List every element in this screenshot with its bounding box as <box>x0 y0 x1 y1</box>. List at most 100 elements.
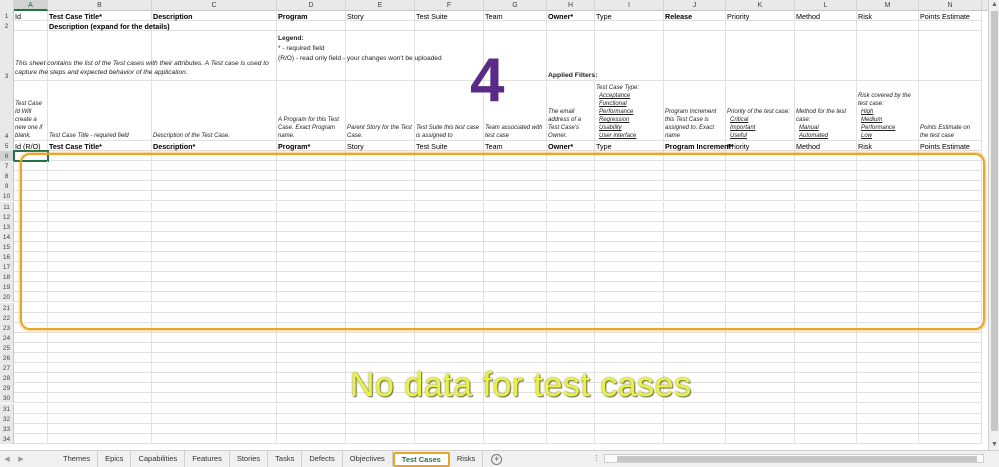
cell[interactable] <box>14 363 48 374</box>
cell[interactable] <box>346 21 415 31</box>
cell[interactable] <box>595 403 664 414</box>
header-cell-l[interactable]: Method <box>795 11 857 21</box>
split-handle-icon[interactable]: ⋮ <box>593 454 600 462</box>
header-cell-j[interactable]: Release <box>664 11 726 21</box>
cell[interactable] <box>547 342 595 353</box>
cell[interactable] <box>857 413 919 424</box>
cell[interactable] <box>726 342 795 353</box>
cell[interactable] <box>919 31 982 81</box>
cell[interactable] <box>277 373 346 384</box>
header-cell-d[interactable]: Program <box>277 11 346 21</box>
row-header[interactable]: 20 <box>0 292 14 303</box>
cell[interactable] <box>795 423 857 434</box>
row-header[interactable]: 29 <box>0 383 14 394</box>
cell[interactable] <box>547 413 595 424</box>
row-header[interactable]: 26 <box>0 353 14 364</box>
cell[interactable] <box>795 393 857 404</box>
cell[interactable] <box>595 353 664 364</box>
cell[interactable] <box>664 403 726 414</box>
column-header-c[interactable]: C <box>152 0 277 11</box>
cell[interactable] <box>277 332 346 343</box>
cell[interactable] <box>919 373 982 384</box>
cell[interactable] <box>857 363 919 374</box>
cell[interactable]: The email address of a Test Case's Owner… <box>547 81 595 141</box>
cell[interactable] <box>48 433 152 444</box>
field-header-k[interactable]: Priority <box>726 141 795 151</box>
row-header[interactable]: 4 <box>0 81 14 141</box>
row-header[interactable]: 10 <box>0 191 14 202</box>
field-header-g[interactable]: Team <box>484 141 547 151</box>
cell[interactable] <box>664 31 726 81</box>
cell[interactable] <box>415 413 484 424</box>
cell[interactable] <box>795 403 857 414</box>
cell[interactable] <box>664 342 726 353</box>
cell[interactable] <box>919 363 982 374</box>
cell[interactable] <box>664 423 726 434</box>
header-cell-b[interactable]: Test Case Title* <box>48 11 152 21</box>
cell[interactable]: Parent Story for the Test Case. <box>346 81 415 141</box>
cell[interactable] <box>415 433 484 444</box>
row-header[interactable]: 7 <box>0 161 14 172</box>
cell[interactable] <box>664 413 726 424</box>
cell[interactable] <box>14 403 48 414</box>
cell[interactable] <box>484 342 547 353</box>
cell[interactable] <box>346 342 415 353</box>
cell[interactable] <box>277 433 346 444</box>
cell[interactable] <box>14 423 48 434</box>
tab-epics[interactable]: Epics <box>98 451 132 467</box>
tab-risks[interactable]: Risks <box>450 451 484 467</box>
row-header[interactable]: 16 <box>0 252 14 263</box>
row-header[interactable]: 21 <box>0 302 14 313</box>
cell[interactable] <box>547 423 595 434</box>
cell[interactable] <box>14 342 48 353</box>
cell[interactable] <box>14 433 48 444</box>
cell[interactable] <box>484 403 547 414</box>
row-header[interactable]: 14 <box>0 231 14 242</box>
cell[interactable] <box>277 363 346 374</box>
row-header[interactable]: 31 <box>0 403 14 414</box>
description-toggle[interactable]: Description (expand for the details) <box>48 21 170 31</box>
cell[interactable] <box>152 373 277 384</box>
column-header-b[interactable]: B <box>48 0 152 11</box>
cell[interactable] <box>664 21 726 31</box>
cell[interactable] <box>857 353 919 364</box>
cell[interactable]: This sheet contains the list of the Test… <box>14 31 269 81</box>
cell[interactable] <box>795 31 857 81</box>
cell[interactable] <box>152 423 277 434</box>
cell[interactable] <box>346 413 415 424</box>
column-header-f[interactable]: F <box>415 0 484 11</box>
row-header[interactable]: 32 <box>0 413 14 424</box>
cell[interactable] <box>726 21 795 31</box>
column-header-i[interactable]: I <box>595 0 664 11</box>
row-header[interactable]: 5 <box>0 141 14 151</box>
cell[interactable] <box>14 383 48 394</box>
column-header-h[interactable]: H <box>547 0 595 11</box>
cell[interactable] <box>857 433 919 444</box>
header-cell-g[interactable]: Team <box>484 11 547 21</box>
row-header[interactable]: 12 <box>0 211 14 222</box>
cell[interactable] <box>48 393 152 404</box>
cell[interactable] <box>48 332 152 343</box>
cell[interactable] <box>152 363 277 374</box>
cell[interactable]: Test Case Title - required field <box>48 81 152 141</box>
cell[interactable] <box>152 353 277 364</box>
cell[interactable] <box>795 353 857 364</box>
horizontal-scroll-thumb[interactable] <box>617 456 977 462</box>
field-header-i[interactable]: Type <box>595 141 664 151</box>
cell[interactable] <box>726 383 795 394</box>
cell[interactable] <box>919 353 982 364</box>
tab-objectives[interactable]: Objectives <box>343 451 393 467</box>
cell[interactable] <box>484 423 547 434</box>
cell[interactable] <box>415 21 484 31</box>
row-header[interactable]: 33 <box>0 423 14 434</box>
cell[interactable] <box>857 31 919 81</box>
cell[interactable] <box>484 332 547 343</box>
cell[interactable]: Program Increment this Test Case is assi… <box>664 81 726 141</box>
cell[interactable] <box>919 393 982 404</box>
cell[interactable] <box>484 353 547 364</box>
tab-stories[interactable]: Stories <box>230 451 269 467</box>
cell[interactable] <box>726 393 795 404</box>
cell[interactable] <box>14 373 48 384</box>
cell[interactable] <box>857 393 919 404</box>
row-header[interactable]: 3 <box>0 31 14 81</box>
